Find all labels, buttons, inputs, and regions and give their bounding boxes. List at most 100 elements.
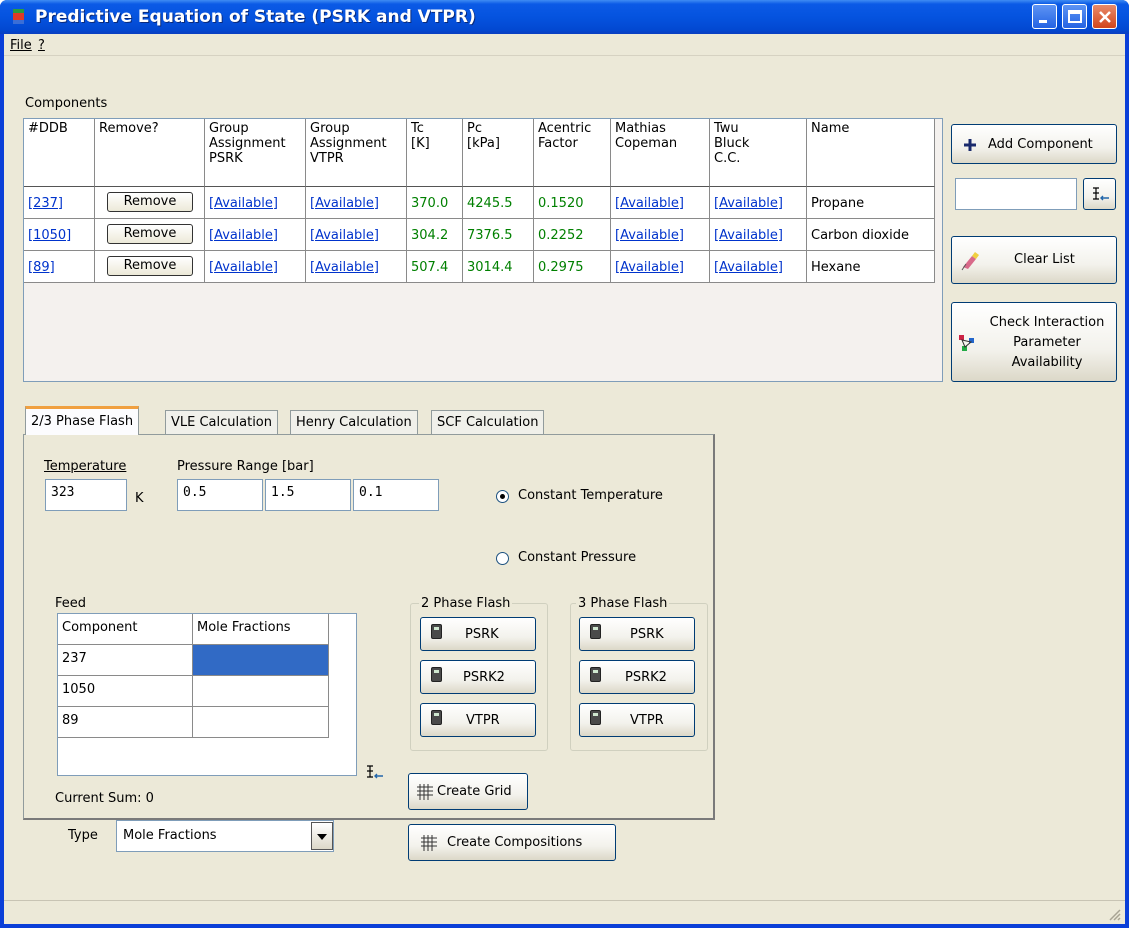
add-component-button[interactable]: Add Component: [951, 124, 1117, 164]
feed-mole-fraction-cell[interactable]: [193, 676, 329, 707]
feed-component: 89: [58, 707, 193, 738]
create-compositions-button[interactable]: Create Compositions: [408, 824, 616, 861]
vtpr-link[interactable]: [Available]: [306, 187, 407, 219]
temperature-input[interactable]: 323: [45, 479, 127, 511]
components-label: Components: [25, 96, 108, 111]
add-to-list-icon: [1093, 187, 1109, 201]
ddb-link[interactable]: [237]: [24, 187, 95, 219]
close-icon: [1099, 11, 1111, 23]
two-phase-vtpr-button[interactable]: VTPR: [420, 703, 536, 737]
acentric-value: 0.2975: [534, 251, 611, 283]
pc-value: 7376.5: [463, 219, 534, 251]
app-icon: [13, 9, 24, 24]
header-remove: Remove?: [95, 119, 205, 187]
feed-header-component: Component: [58, 614, 193, 645]
menu-help[interactable]: ?: [38, 38, 45, 53]
menu-file[interactable]: File: [10, 38, 32, 53]
pressure-step-input[interactable]: 0.1: [353, 479, 439, 511]
tc-value: 370.0: [407, 187, 463, 219]
add-component-input[interactable]: [955, 178, 1077, 210]
feed-component: 1050: [58, 676, 193, 707]
clear-list-button[interactable]: Clear List: [951, 236, 1117, 284]
type-label: Type: [68, 828, 98, 843]
two-phase-psrk2-button[interactable]: PSRK2: [420, 660, 536, 694]
resize-grip-icon[interactable]: [1107, 907, 1121, 921]
acentric-value: 0.1520: [534, 187, 611, 219]
feed-mole-fraction-cell[interactable]: [193, 707, 329, 738]
twu-link[interactable]: [Available]: [710, 251, 807, 283]
tab-henry[interactable]: Henry Calculation: [290, 410, 418, 435]
three-phase-psrk2-button[interactable]: PSRK2: [579, 660, 695, 694]
acentric-value: 0.2252: [534, 219, 611, 251]
add-to-list-button[interactable]: [1083, 178, 1116, 210]
mathias-link[interactable]: [Available]: [611, 251, 710, 283]
network-icon: [959, 335, 974, 351]
remove-button[interactable]: Remove: [107, 256, 193, 276]
mathias-link[interactable]: [Available]: [611, 219, 710, 251]
vtpr-link[interactable]: [Available]: [306, 251, 407, 283]
header-name: Name: [807, 119, 935, 187]
check-interaction-button[interactable]: Check Interaction Parameter Availability: [951, 302, 1117, 382]
remove-cell: Remove: [95, 251, 205, 283]
feed-component: 237: [58, 645, 193, 676]
client-area: File ? Components #DDB Remove? Group Assi…: [4, 34, 1125, 924]
grid-icon: [421, 835, 437, 851]
remove-cell: Remove: [95, 187, 205, 219]
feed-mole-fraction-cell[interactable]: [193, 645, 329, 676]
vtpr-link[interactable]: [Available]: [306, 219, 407, 251]
tab-vle[interactable]: VLE Calculation: [165, 410, 279, 435]
add-to-list-icon[interactable]: [366, 765, 384, 780]
constant-pressure-radio[interactable]: [496, 552, 509, 565]
constant-pressure-label: Constant Pressure: [518, 550, 637, 565]
psrk-link[interactable]: [Available]: [205, 251, 306, 283]
two-phase-psrk-button[interactable]: PSRK: [420, 617, 536, 651]
remove-cell: Remove: [95, 219, 205, 251]
dropdown-button[interactable]: [311, 822, 333, 850]
calculator-icon: [590, 624, 601, 639]
type-select[interactable]: Mole Fractions: [116, 820, 334, 852]
current-sum: Current Sum: 0: [55, 791, 154, 806]
calculator-icon: [431, 710, 442, 725]
maximize-button[interactable]: [1062, 4, 1087, 29]
window-frame: Predictive Equation of State (PSRK and V…: [0, 0, 1129, 928]
title-bar[interactable]: Predictive Equation of State (PSRK and V…: [0, 0, 1129, 34]
components-grid[interactable]: #DDB Remove? Group Assignment PSRK Group As…: [23, 118, 943, 382]
three-phase-vtpr-button[interactable]: VTPR: [579, 703, 695, 737]
pressure-from-input[interactable]: 0.5: [177, 479, 263, 511]
create-grid-button[interactable]: Create Grid: [408, 773, 528, 810]
header-group-psrk: Group Assignment PSRK: [205, 119, 306, 187]
feed-label: Feed: [55, 596, 87, 611]
remove-button[interactable]: Remove: [107, 224, 193, 244]
pressure-to-input[interactable]: 1.5: [265, 479, 351, 511]
header-twu: Twu Bluck C.C.: [710, 119, 807, 187]
chevron-down-icon: [317, 834, 327, 840]
close-button[interactable]: [1092, 4, 1117, 29]
twu-link[interactable]: [Available]: [710, 187, 807, 219]
ddb-link[interactable]: [1050]: [24, 219, 95, 251]
remove-button[interactable]: Remove: [107, 192, 193, 212]
window-title: Predictive Equation of State (PSRK and V…: [35, 7, 476, 27]
eraser-icon: [961, 252, 979, 271]
tab-phase-flash[interactable]: 2/3 Phase Flash: [25, 406, 140, 435]
feed-grid[interactable]: Component Mole Fractions 237 1050 89: [57, 613, 357, 776]
minimize-icon: [1039, 20, 1047, 23]
three-phase-psrk-button[interactable]: PSRK: [579, 617, 695, 651]
ddb-link[interactable]: [89]: [24, 251, 95, 283]
psrk-link[interactable]: [Available]: [205, 187, 306, 219]
calculator-icon: [431, 624, 442, 639]
header-tc: Tc [K]: [407, 119, 463, 187]
header-acentric: Acentric Factor: [534, 119, 611, 187]
menu-bar: File ?: [4, 34, 1125, 56]
psrk-link[interactable]: [Available]: [205, 219, 306, 251]
minimize-button[interactable]: [1032, 4, 1057, 29]
temperature-label: Temperature: [44, 459, 127, 474]
component-name: Propane: [807, 187, 935, 219]
two-phase-flash-label: 2 Phase Flash: [419, 596, 513, 611]
mathias-link[interactable]: [Available]: [611, 187, 710, 219]
pressure-range-label: Pressure Range [bar]: [177, 459, 314, 474]
three-phase-flash-label: 3 Phase Flash: [576, 596, 670, 611]
tc-value: 304.2: [407, 219, 463, 251]
constant-temperature-radio[interactable]: [496, 490, 509, 503]
tab-scf[interactable]: SCF Calculation: [431, 410, 545, 435]
twu-link[interactable]: [Available]: [710, 219, 807, 251]
